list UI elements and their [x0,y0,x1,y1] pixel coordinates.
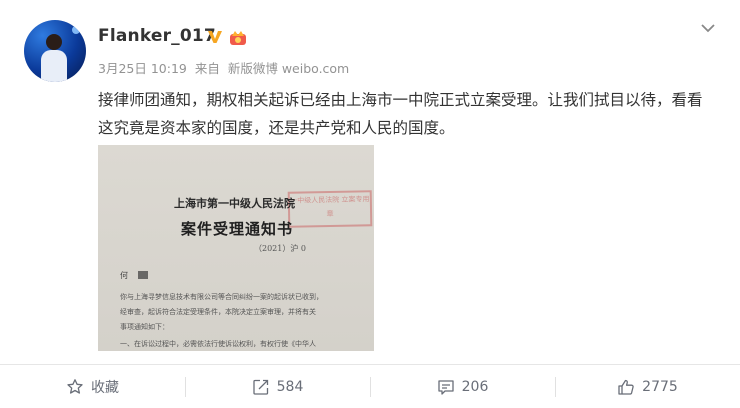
comment-icon [437,379,454,395]
redaction-mark [138,271,148,279]
repost-button[interactable]: 584 [185,365,370,408]
document-paper [98,145,374,351]
avatar-body [41,50,67,82]
avatar-head [46,34,62,50]
chevron-down-icon[interactable] [700,20,716,36]
document-line: 你与上海寻梦信息技术有限公司等合同纠纷一案的起诉状已收到， [120,293,323,301]
avatar[interactable] [24,20,86,82]
post-meta: 3月25日 10:19 来自 新版微博 weibo.com [98,58,349,77]
comment-button[interactable]: 206 [370,365,555,408]
like-count: 2775 [642,378,678,395]
favorite-label: 收藏 [91,379,119,396]
action-bar: 收藏 584 206 2775 [0,365,740,408]
vip-crown-icon[interactable] [228,27,248,47]
case-number: （2021）沪 0 [254,244,306,253]
post-timestamp[interactable]: 3月25日 10:19 [98,61,187,76]
repost-icon [252,379,268,395]
star-icon [67,378,83,394]
post-image[interactable]: 一中级人民法院 立案专用章 上海市第一中级人民法院 案件受理通知书 （2021）… [98,145,374,351]
stage-light [72,26,80,34]
salutation: 何 [120,271,128,280]
document-line: 经审查，起诉符合法定受理条件，本院决定立案审理，并将有关 [120,308,316,316]
document-title: 案件受理通知书 [181,220,294,238]
court-stamp: 一中级人民法院 立案专用章 [287,190,373,228]
document-line: 一、在诉讼过程中，必需依法行使诉讼权利，有权行使《中华人 [120,340,316,348]
repost-count: 584 [276,378,304,395]
source-link[interactable]: 新版微博 weibo.com [228,61,349,76]
comment-count: 206 [461,378,489,395]
source-prefix: 来自 [194,61,220,76]
document-line: 事项通知如下： [120,323,169,331]
thumbs-up-icon [618,379,634,395]
court-name: 上海市第一中级人民法院 [174,197,295,210]
username[interactable]: Flanker_017 [98,26,216,46]
like-button[interactable]: 2775 [555,365,740,408]
favorite-button[interactable]: 收藏 [0,365,185,408]
verified-v-icon [208,31,222,43]
post-text: 接律师团通知，期权相关起诉已经由上海市一中院正式立案受理。让我们拭目以待，看看这… [98,91,703,137]
